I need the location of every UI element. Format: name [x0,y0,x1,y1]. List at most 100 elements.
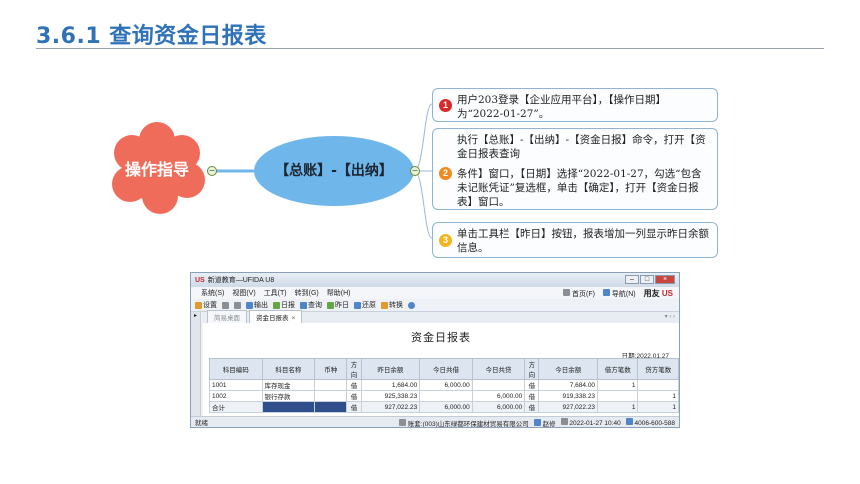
col-account-code[interactable]: 科目编码 [209,358,263,380]
cell [637,379,679,391]
nav-link[interactable]: 导航(N) [602,288,636,299]
col-account-name[interactable]: 科目名称 [261,358,316,380]
menu-system[interactable]: 系统(S) [201,288,224,298]
step-1-callout: 1 用户203登录【企业应用平台】，【操作日期】为“2022-01-27”。 [432,88,718,122]
col-direction-1[interactable]: 方向 [346,358,362,380]
col-today-balance[interactable]: 今日余额 [538,358,599,380]
guide-cloud: 操作指导 [102,118,212,218]
toolbar-preview[interactable] [234,301,241,309]
col-today-credit[interactable]: 今日共贷 [471,358,526,380]
left-strip[interactable]: ▸ [191,312,201,416]
step-number-2: 2 [439,167,452,180]
status-datetime-text: 2022-01-27 10:40 [569,420,621,427]
strip-chevron-icon[interactable]: ▸ [191,312,200,319]
node-ledger-cashier: 【总账】-【出纳】 [254,136,414,206]
globe-icon [602,288,610,296]
table-row[interactable]: 1002 银行存款 借 925,338.23 6,000.00 借 919,33… [209,390,679,402]
status-right: 账套:(003)山东绿都环保建材贸易有限公司 赵修 2022-01-27 10:… [398,418,675,428]
help-icon [408,301,415,309]
home-icon [563,288,571,296]
cell: 1,684.00 [360,379,421,391]
col-debit-count[interactable]: 借方笔数 [597,358,639,380]
toolbar-daily[interactable]: 日报 [273,300,295,310]
toolbar-settings[interactable]: 设置 [195,300,217,310]
cell-selected[interactable] [314,401,348,413]
cell: 6,000.00 [471,390,526,402]
status-account: 账套:(003)山东绿都环保建材贸易有限公司 [398,418,529,428]
toolbar-print[interactable] [222,301,229,309]
user-icon [533,419,541,426]
window-controls: – □ × [625,275,675,284]
print-icon [222,301,229,309]
cell-selected[interactable] [261,401,316,413]
cell: 6,000.00 [419,379,473,391]
brand-mark-icon: US [661,289,673,298]
col-direction-2[interactable]: 方向 [524,358,540,380]
home-link[interactable]: 首页(F) [563,288,595,299]
toolbar-yesterday[interactable]: 昨日 [327,300,349,310]
phone-icon [625,418,633,425]
col-currency[interactable]: 币种 [314,358,348,380]
report-table: 科目编码 科目名称 币种 方向 昨日余额 今日共借 今日共贷 方向 今日余额 借… [209,358,679,413]
report-title: 资金日报表 [411,332,471,344]
table-header-row: 科目编码 科目名称 币种 方向 昨日余额 今日共借 今日共贷 方向 今日余额 借… [209,358,679,380]
report-content: 简易桌面 资金日报表 × ▾ ‹ › 资金日报表 日期:2022.01.27 科目… [203,310,679,416]
tab-close-icon[interactable]: × [292,315,296,322]
tab-scroll-arrows[interactable]: ▾ ‹ › [665,313,675,320]
menubar: 系统(S) 视图(V) 工具(T) 转到(G) 帮助(H) 首页(F) 导航(N… [191,287,679,299]
minimize-button[interactable]: – [625,275,639,284]
menu-tools[interactable]: 工具(T) [264,288,287,298]
cell [314,390,348,402]
close-button[interactable]: × [655,275,675,284]
tab-simple-desktop[interactable]: 简易桌面 [207,310,247,323]
toolbar-settings-label: 设置 [203,302,217,309]
toolbar-yesterday-label: 昨日 [335,302,349,309]
toolbar-restore-label: 还原 [362,302,376,309]
col-today-debit[interactable]: 今日共借 [419,358,473,380]
col-credit-count[interactable]: 贷方笔数 [637,358,679,380]
preview-icon [234,301,241,309]
cell: 借 [346,390,362,402]
cell [419,390,473,402]
cell: 库存现金 [261,379,316,391]
menu-goto[interactable]: 转到(G) [295,288,319,298]
toolbar-query[interactable]: 查询 [300,300,322,310]
step-3-callout: 3 单击工具栏【昨日】按钮，报表增加一列显示昨日余额信息。 [432,222,718,258]
ufida-logo-icon: US [195,276,205,284]
cell: 1 [637,390,679,402]
toolbar-daily-label: 日报 [281,302,295,309]
tab-fund-daily-report[interactable]: 资金日报表 × [249,310,303,323]
toolbar-export-label: 输出 [254,302,268,309]
toolbar-convert[interactable]: 转换 [381,300,403,310]
cell: 927,022.23 [360,401,421,413]
window-body: ▸ 简易桌面 资金日报表 × ▾ ‹ › 资金日报表 日期:2022.01.27 … [191,310,679,416]
convert-icon [381,301,388,309]
collapse-toggle-node[interactable]: − [410,166,420,176]
daily-icon [273,301,280,309]
cell: 借 [524,401,540,413]
status-user: 赵修 [533,418,556,427]
col-yesterday-balance[interactable]: 昨日余额 [360,358,421,380]
collapse-toggle-root[interactable]: − [207,166,217,176]
account-icon [398,419,406,426]
menu-help[interactable]: 帮助(H) [327,288,351,298]
status-account-text: 账套:(003)山东绿都环保建材贸易有限公司 [407,421,529,428]
toolbar-convert-label: 转换 [389,302,403,309]
cell [314,379,348,391]
cell: 1 [637,401,679,413]
status-phone-text: 4006-600-588 [634,420,675,427]
table-row-total[interactable]: 合计 借 927,022.23 6,000.00 6,000.00 借 927,… [209,401,679,413]
cell [471,379,526,391]
toolbar-export[interactable]: 输出 [246,300,268,310]
toolbar-restore[interactable]: 还原 [354,300,376,310]
table-row[interactable]: 1001 库存现金 借 1,684.00 6,000.00 借 7,684.00… [209,379,679,391]
cell: 1 [597,379,639,391]
step-number-3: 3 [439,234,452,247]
menu-right: 首页(F) 导航(N) 用友 US [563,288,673,299]
cell: 借 [524,379,540,391]
menu-view[interactable]: 视图(V) [232,288,255,298]
toolbar-help[interactable] [408,301,415,309]
statusbar: 就绪 账套:(003)山东绿都环保建材贸易有限公司 赵修 2022-01-27 … [191,416,679,427]
maximize-button[interactable]: □ [640,275,654,284]
window-titlebar: US 新道教育—UFIDA U8 – □ × [191,273,679,287]
